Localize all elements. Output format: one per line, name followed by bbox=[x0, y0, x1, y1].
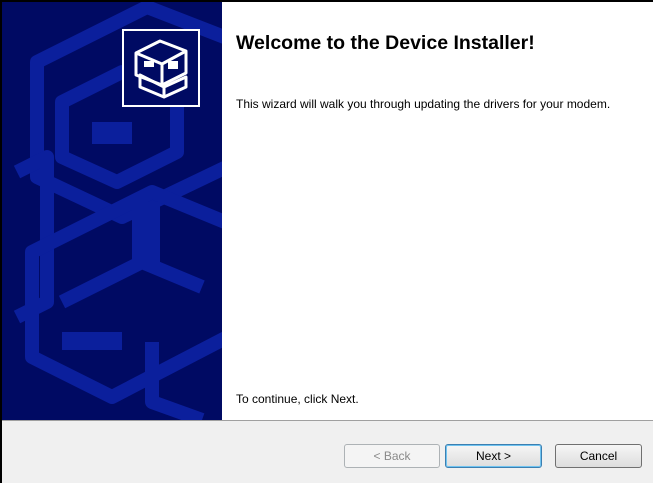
wizard-description: This wizard will walk you through updati… bbox=[236, 97, 611, 111]
cancel-button[interactable]: Cancel bbox=[555, 444, 642, 468]
page-title: Welcome to the Device Installer! bbox=[236, 32, 535, 54]
back-button[interactable]: < Back bbox=[344, 444, 440, 468]
next-button[interactable]: Next > bbox=[445, 444, 542, 468]
device-installer-icon bbox=[122, 29, 200, 107]
continue-instruction: To continue, click Next. bbox=[236, 392, 359, 406]
button-bar: < Back Next > Cancel bbox=[2, 420, 653, 483]
wizard-content: Welcome to the Device Installer! This wi… bbox=[222, 2, 653, 420]
installer-window: Welcome to the Device Installer! This wi… bbox=[0, 0, 653, 483]
